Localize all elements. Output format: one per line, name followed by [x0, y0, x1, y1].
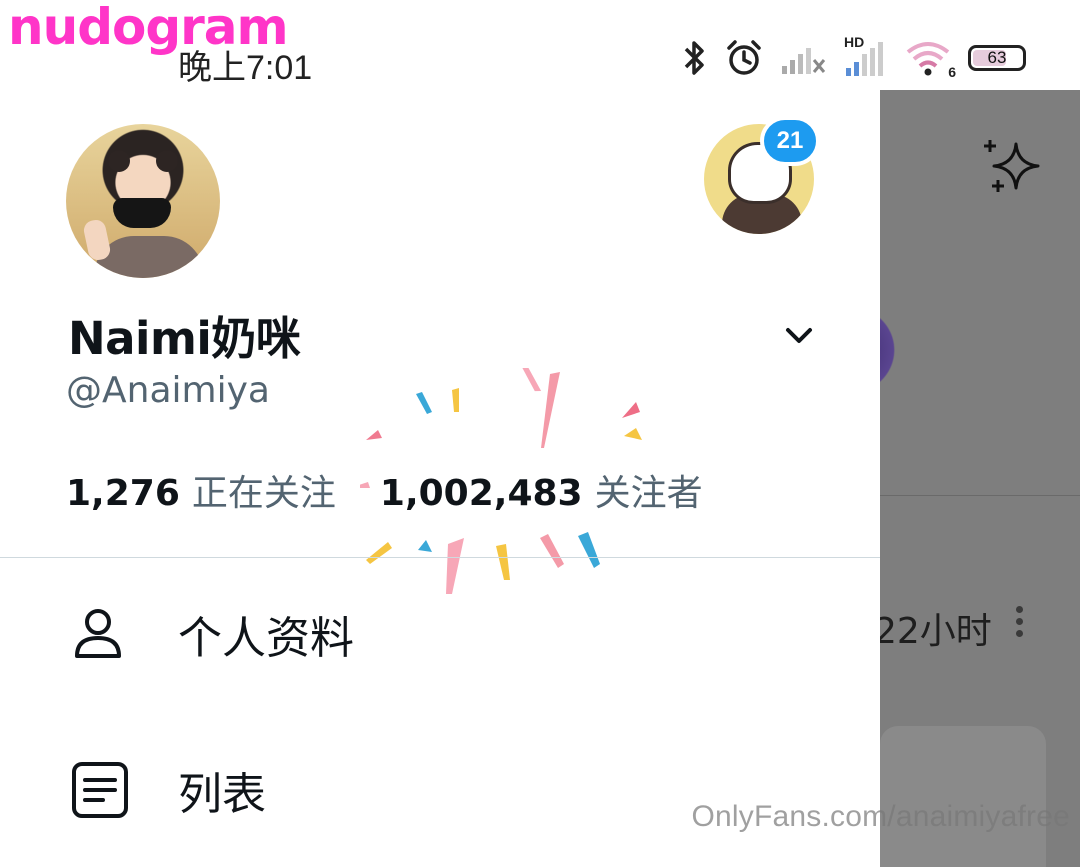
account-notification-badge: 21: [760, 116, 820, 166]
hd-signal-icon: HD: [844, 34, 888, 78]
chevron-down-icon[interactable]: [784, 326, 814, 346]
profile-display-name: Naimi奶咪: [68, 312, 301, 365]
menu-item-label: 列表: [178, 769, 266, 820]
menu-item-profile[interactable]: 个人资料: [0, 574, 880, 694]
alarm-icon: [727, 40, 761, 75]
watermark-logo: nudogram: [8, 0, 289, 56]
signal-icon: [782, 48, 826, 74]
status-icons: HD 6 63: [682, 34, 1026, 80]
person-icon: [75, 609, 121, 658]
navigation-drawer: 21 Naimi奶咪 @Anaimiya 1,276 正在关注 1,002,48…: [0, 90, 880, 867]
timeline-divider: [880, 495, 1080, 496]
wifi-label: 6: [948, 64, 956, 80]
following-label[interactable]: 正在关注: [192, 464, 336, 516]
profile-handle: @Anaimiya: [66, 370, 270, 411]
followers-count[interactable]: 1,002,483: [380, 473, 583, 514]
more-options-icon[interactable]: [1016, 606, 1024, 642]
following-count[interactable]: 1,276: [66, 473, 180, 514]
drawer-divider: [0, 557, 880, 558]
list-icon: [72, 762, 128, 818]
follow-stats: 1,276 正在关注 1,002,483 关注者: [66, 464, 703, 516]
timeline-media: [880, 726, 1046, 867]
drawer-scrim[interactable]: 22小时: [840, 90, 1080, 867]
sparkle-icon[interactable]: [980, 134, 1044, 198]
followers-label[interactable]: 关注者: [595, 464, 703, 516]
battery-indicator: 63: [968, 45, 1026, 71]
profile-avatar[interactable]: [66, 124, 220, 278]
menu-item-label: 个人资料: [178, 613, 354, 664]
bluetooth-icon: [684, 41, 704, 75]
wifi-icon: 6: [904, 38, 956, 80]
battery-label: 63: [987, 48, 1007, 67]
footer-watermark: OnlyFans.com/anaimiyafree: [691, 800, 1070, 833]
timeline-timestamp: 22小时: [874, 611, 992, 652]
